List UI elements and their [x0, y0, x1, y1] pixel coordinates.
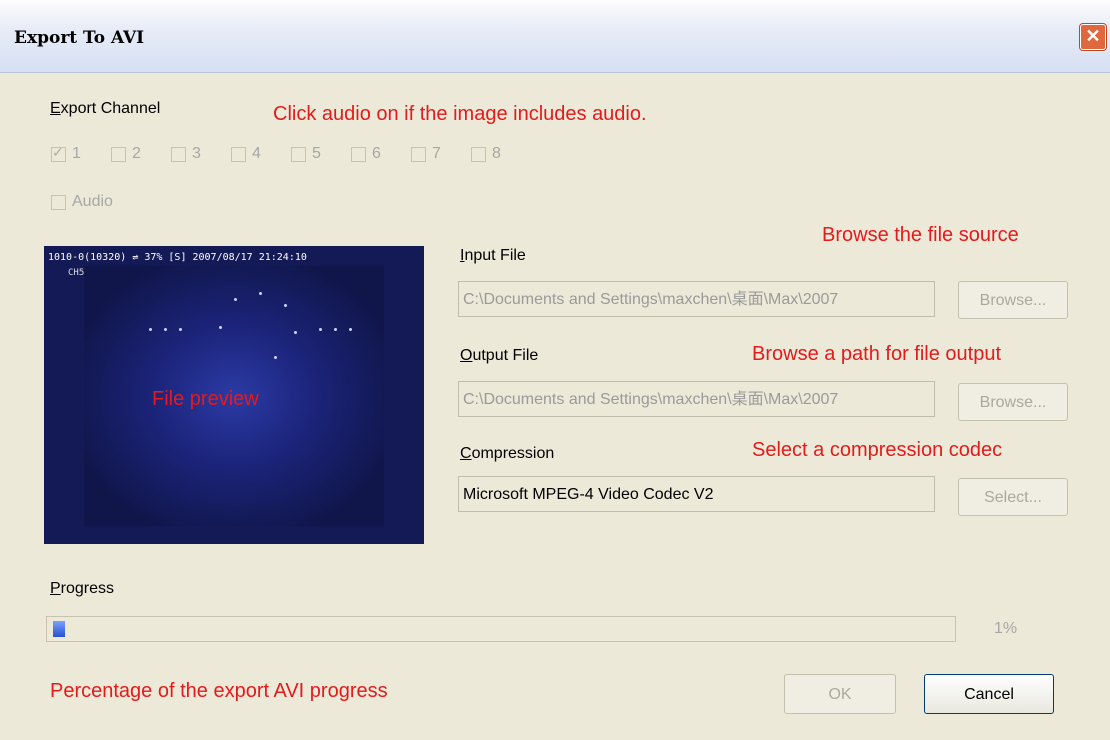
export-channel-label: Export Channel: [50, 100, 161, 117]
compression-label: Compression: [460, 445, 555, 462]
channel-6-checkbox[interactable]: [351, 147, 366, 162]
file-preview: 1010-0(10320) ⇌ 37% [S] 2007/08/17 21:24…: [44, 246, 424, 544]
channel-1-checkbox[interactable]: [51, 144, 66, 162]
progress-bar: [46, 616, 956, 642]
window-title: Export To AVI: [14, 28, 145, 48]
progress-fill: [53, 621, 65, 637]
channel-4-label: 4: [252, 145, 261, 162]
output-file-field[interactable]: C:\Documents and Settings\maxchen\桌面\Max…: [458, 381, 935, 417]
channel-5-label: 5: [312, 145, 321, 162]
audio-label: Audio: [72, 193, 113, 210]
annotation-browse-source: Browse the file source: [822, 224, 1019, 246]
annotation-audio-tip: Click audio on if the image includes aud…: [273, 103, 647, 125]
close-icon[interactable]: ✕: [1080, 24, 1106, 50]
audio-checkbox[interactable]: [51, 195, 66, 210]
output-file-label: Output File: [460, 347, 539, 364]
channel-7-label: 7: [432, 145, 441, 162]
channel-7-checkbox[interactable]: [411, 147, 426, 162]
file-preview-caption: File preview: [152, 388, 259, 410]
channel-1-label: 1: [72, 145, 81, 162]
input-browse-button[interactable]: Browse...: [958, 281, 1068, 319]
cancel-button[interactable]: Cancel: [924, 674, 1054, 714]
channel-4-checkbox[interactable]: [231, 147, 246, 162]
channel-2-checkbox[interactable]: [111, 147, 126, 162]
select-codec-button[interactable]: Select...: [958, 478, 1068, 516]
compression-codec-field[interactable]: Microsoft MPEG-4 Video Codec V2: [458, 476, 935, 512]
channel-3-label: 3: [192, 145, 201, 162]
channel-3-checkbox[interactable]: [171, 147, 186, 162]
annotation-browse-output: Browse a path for file output: [752, 343, 1002, 365]
ok-button[interactable]: OK: [784, 674, 896, 714]
channel-2-label: 2: [132, 145, 141, 162]
preview-channel-text: CH5: [68, 268, 85, 278]
channel-6-label: 6: [372, 145, 381, 162]
annotation-codec: Select a compression codec: [752, 439, 1003, 461]
annotation-progress: Percentage of the export AVI progress: [50, 680, 388, 702]
input-file-field[interactable]: C:\Documents and Settings\maxchen\桌面\Max…: [458, 281, 935, 317]
input-file-label: Input File: [460, 247, 526, 264]
output-browse-button[interactable]: Browse...: [958, 383, 1068, 421]
channel-8-checkbox[interactable]: [471, 147, 486, 162]
progress-label: Progress: [50, 580, 115, 597]
channel-8-label: 8: [492, 145, 501, 162]
channel-5-checkbox[interactable]: [291, 147, 306, 162]
preview-osd-text: 1010-0(10320) ⇌ 37% [S] 2007/08/17 21:24…: [48, 252, 307, 263]
title-bar: Export To AVI ✕: [0, 0, 1110, 73]
progress-percent: 1%: [994, 620, 1018, 637]
